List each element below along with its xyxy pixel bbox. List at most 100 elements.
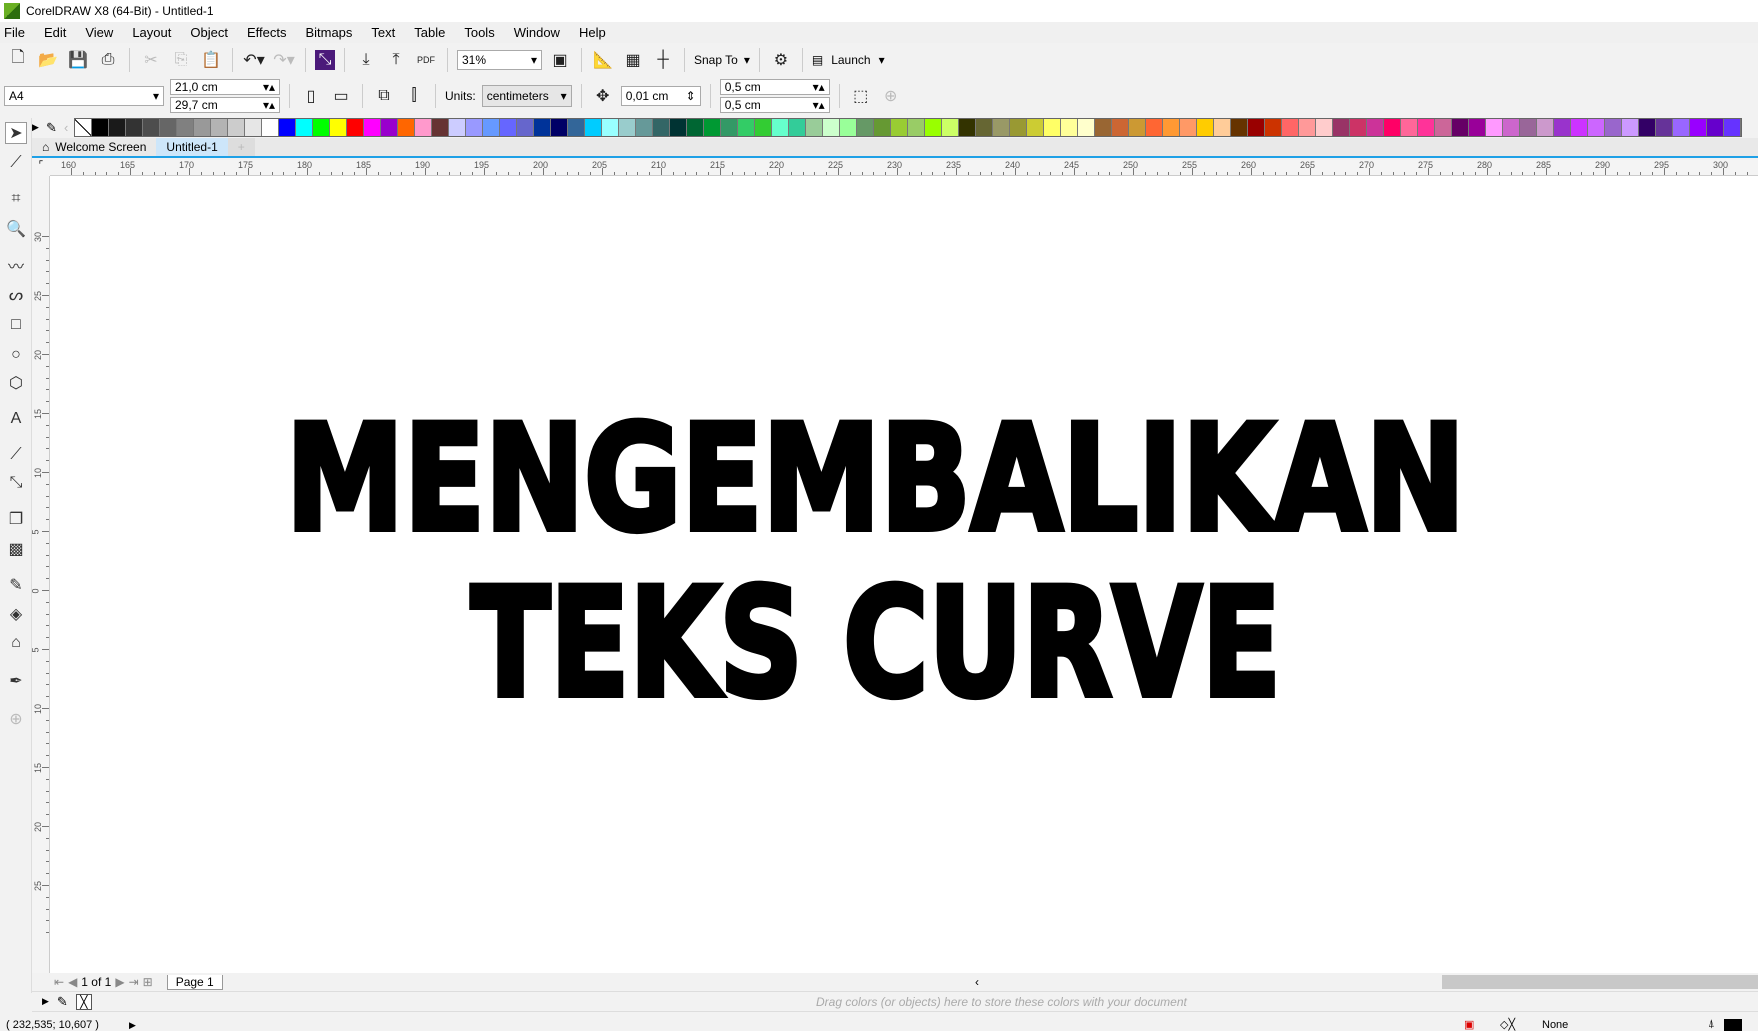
color-swatch[interactable] (1503, 119, 1520, 136)
page-width-field[interactable]: 21,0 cm ▾▴ (170, 79, 280, 95)
color-swatch[interactable] (1231, 119, 1248, 136)
color-swatch[interactable] (840, 119, 857, 136)
interactive-fill-icon[interactable]: ◈ (5, 603, 27, 625)
color-swatch[interactable] (1435, 119, 1452, 136)
shape-tool-icon[interactable]: ⟋ (5, 152, 27, 174)
color-swatch[interactable] (806, 119, 823, 136)
zoom-level-select[interactable]: 31% ▾ (457, 49, 542, 70)
page-height-field[interactable]: 29,7 cm ▾▴ (170, 97, 280, 113)
horizontal-ruler[interactable]: 160 165 170 175 180 185 190 195 200 205 210 215 220 2… (50, 160, 1758, 176)
color-swatch[interactable] (1707, 119, 1724, 136)
color-swatch[interactable] (1452, 119, 1469, 136)
export-icon[interactable]: ⤒ (384, 48, 408, 72)
color-swatch[interactable] (500, 119, 517, 136)
color-swatch[interactable] (1197, 119, 1214, 136)
color-swatch[interactable] (466, 119, 483, 136)
eyedropper-icon[interactable]: ✎ (46, 120, 64, 136)
color-swatch[interactable] (653, 119, 670, 136)
color-swatch[interactable] (398, 119, 415, 136)
color-swatch[interactable] (891, 119, 908, 136)
palette-menu-icon[interactable]: ▶ (32, 122, 46, 133)
nudge-distance-field[interactable]: 0,01 cm ⇕ (620, 86, 701, 106)
menu-object[interactable]: Object (190, 25, 228, 40)
color-swatch[interactable] (1690, 119, 1707, 136)
add-tool-icon[interactable]: ⊕ (5, 708, 27, 730)
palette-menu-icon[interactable]: ▶ (42, 996, 49, 1007)
connector-tool-icon[interactable]: ⤡ (5, 472, 27, 494)
color-swatch[interactable] (1044, 119, 1061, 136)
text-tool-icon[interactable]: A (5, 408, 27, 430)
color-swatch[interactable] (432, 119, 449, 136)
color-swatch[interactable] (1469, 119, 1486, 136)
color-swatch[interactable] (1299, 119, 1316, 136)
color-swatch[interactable] (551, 119, 568, 136)
color-swatch[interactable] (976, 119, 993, 136)
menu-file[interactable]: File (4, 25, 25, 40)
color-swatch[interactable] (823, 119, 840, 136)
color-swatch[interactable] (1588, 119, 1605, 136)
scroll-left-icon[interactable]: ‹ (975, 975, 979, 989)
color-proof-icon[interactable]: ▣ (1464, 1018, 1474, 1031)
crop-tool-icon[interactable]: ⌗ (5, 188, 27, 210)
menu-text[interactable]: Text (371, 25, 395, 40)
color-swatch[interactable] (109, 119, 126, 136)
color-swatch[interactable] (1163, 119, 1180, 136)
color-swatch[interactable] (1350, 119, 1367, 136)
pick-tool-icon[interactable]: ➤ (5, 122, 27, 144)
color-swatch[interactable] (738, 119, 755, 136)
color-swatch[interactable] (925, 119, 942, 136)
color-swatch[interactable] (517, 119, 534, 136)
menu-help[interactable]: Help (579, 25, 606, 40)
horizontal-scrollbar[interactable] (1442, 975, 1758, 989)
landscape-icon[interactable]: ▭ (329, 84, 353, 108)
color-swatch[interactable] (942, 119, 959, 136)
color-swatch[interactable] (721, 119, 738, 136)
tab-welcome-screen[interactable]: ⌂ Welcome Screen (32, 138, 156, 156)
color-swatch[interactable] (279, 119, 296, 136)
color-swatch[interactable] (908, 119, 925, 136)
curve-text-line-2[interactable]: TEKS CURVE (468, 554, 1284, 734)
color-swatch[interactable] (1061, 119, 1078, 136)
color-swatch[interactable] (1214, 119, 1231, 136)
color-swatch[interactable] (789, 119, 806, 136)
color-swatch[interactable] (959, 119, 976, 136)
add-icon[interactable]: ⊕ (879, 84, 903, 108)
color-swatch[interactable] (1027, 119, 1044, 136)
vertical-ruler[interactable]: 30 25 20 15 10 5 0 5 10 15 20 25 (31, 176, 50, 973)
color-swatch[interactable] (262, 119, 279, 136)
color-swatch[interactable] (670, 119, 687, 136)
color-swatch[interactable] (1367, 119, 1384, 136)
color-swatch[interactable] (704, 119, 721, 136)
color-swatch[interactable] (1656, 119, 1673, 136)
color-swatch[interactable] (228, 119, 245, 136)
curve-text-line-1[interactable]: MENGEMBALIKAN (283, 391, 1468, 567)
color-swatch[interactable] (1384, 119, 1401, 136)
new-document-icon[interactable]: 🗋 (6, 48, 30, 72)
color-swatch[interactable] (330, 119, 347, 136)
color-swatch[interactable] (415, 119, 432, 136)
color-swatch[interactable] (1401, 119, 1418, 136)
color-swatch[interactable] (1673, 119, 1690, 136)
menu-layout[interactable]: Layout (132, 25, 171, 40)
color-swatch[interactable] (1010, 119, 1027, 136)
color-swatch[interactable] (194, 119, 211, 136)
snap-to-button[interactable]: Snap To ▾ (694, 53, 750, 67)
next-page-icon[interactable]: ▶ (115, 975, 124, 989)
duplicate-y-field[interactable]: 0,5 cm ▾▴ (719, 97, 830, 113)
prev-page-icon[interactable]: ◀ (68, 975, 77, 989)
menu-edit[interactable]: Edit (44, 25, 66, 40)
color-swatch[interactable] (1418, 119, 1435, 136)
color-swatch[interactable] (449, 119, 466, 136)
add-page-icon[interactable]: ⊞ (143, 975, 153, 989)
outline-pen-icon[interactable]: ✒ (5, 670, 27, 692)
color-swatch[interactable] (1248, 119, 1265, 136)
color-swatch[interactable] (1724, 119, 1741, 136)
color-swatch[interactable] (857, 119, 874, 136)
ellipse-tool-icon[interactable]: ○ (5, 344, 27, 366)
full-screen-preview-icon[interactable]: ▣ (548, 48, 572, 72)
dimension-tool-icon[interactable]: ⟋ (5, 444, 27, 466)
rectangle-tool-icon[interactable]: □ (5, 314, 27, 336)
eyedropper-icon[interactable]: ✎ (57, 994, 68, 1010)
color-swatch[interactable] (1129, 119, 1146, 136)
color-swatch[interactable] (1554, 119, 1571, 136)
